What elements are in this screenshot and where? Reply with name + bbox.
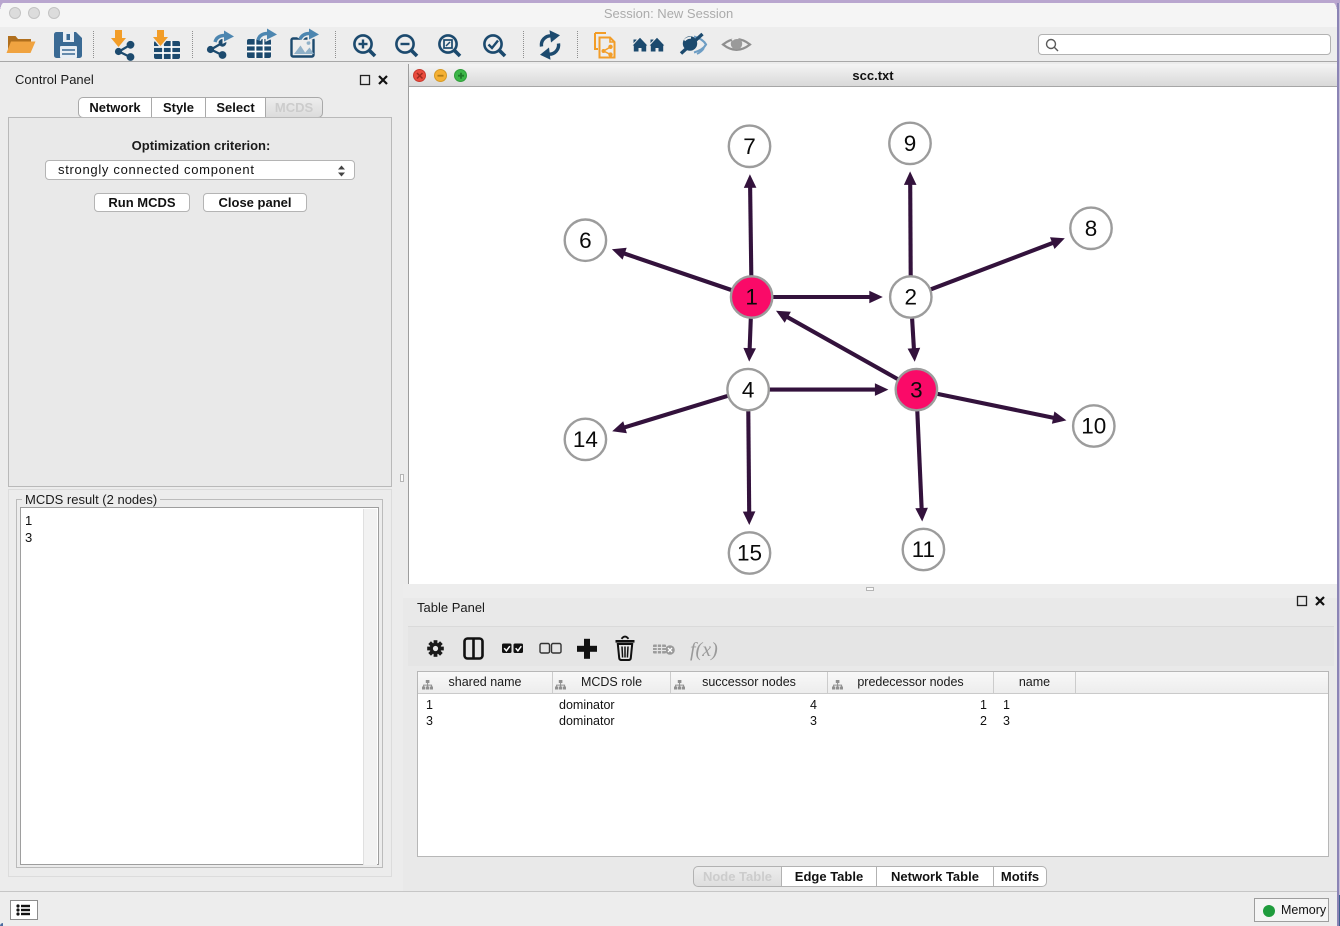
svg-text:9: 9 <box>904 131 917 156</box>
svg-text:2: 2 <box>905 285 918 310</box>
svg-text:15: 15 <box>737 541 762 566</box>
svg-text:8: 8 <box>1085 216 1098 241</box>
svg-text:14: 14 <box>573 427 598 452</box>
svg-text:3: 3 <box>910 377 923 402</box>
svg-text:f(x): f(x) <box>690 639 718 661</box>
svg-text:6: 6 <box>579 228 592 253</box>
svg-text:7: 7 <box>743 134 756 159</box>
svg-text:4: 4 <box>742 377 755 402</box>
svg-text:1: 1 <box>745 285 758 310</box>
svg-text:10: 10 <box>1081 414 1106 439</box>
svg-text:11: 11 <box>912 537 935 562</box>
